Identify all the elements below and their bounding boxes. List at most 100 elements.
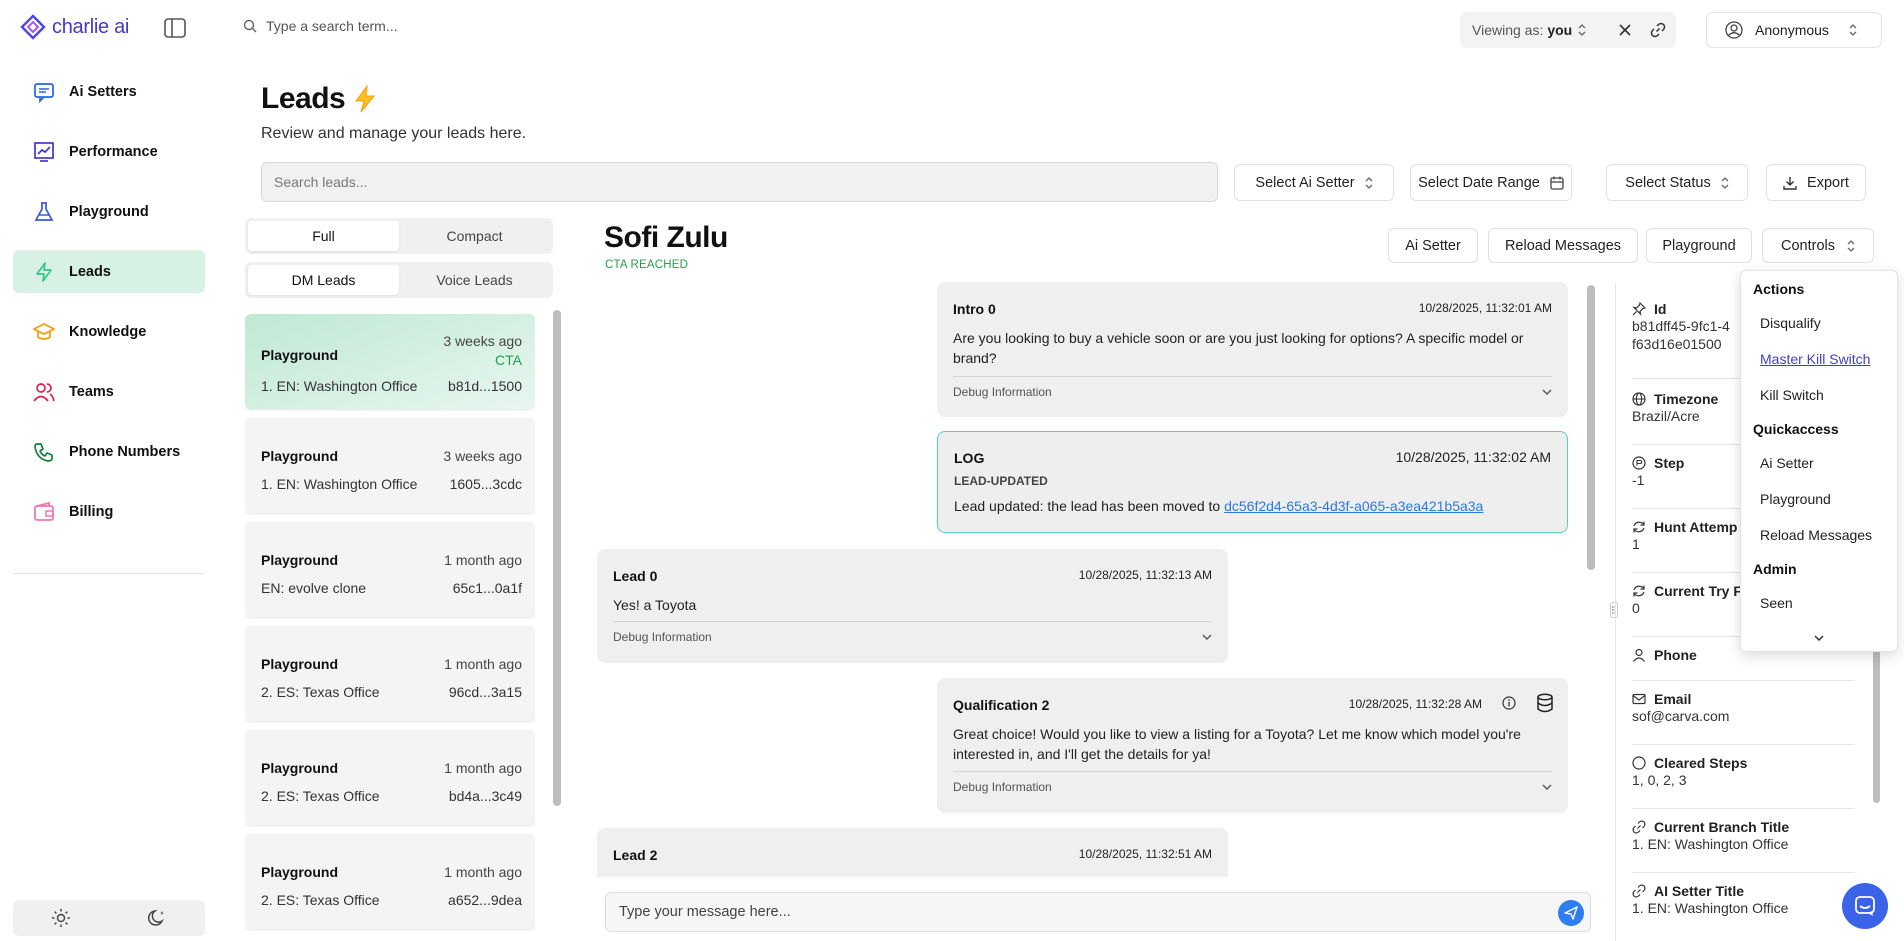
lead-list-scrollbar[interactable] — [553, 310, 561, 806]
lead-card[interactable]: Playground 1 month ago EN: evolve clone … — [245, 522, 535, 617]
lead-id: b81d...1500 — [448, 378, 522, 394]
sidebar-item-leads[interactable]: Leads — [13, 250, 205, 293]
menu-item-kill-switch[interactable]: Kill Switch — [1760, 387, 1824, 403]
link-icon[interactable] — [1650, 22, 1666, 38]
message-author: LOG — [954, 450, 985, 466]
reload-messages-button[interactable]: Reload Messages — [1488, 228, 1638, 263]
chevron-down-icon — [1202, 634, 1212, 640]
debug-info-toggle[interactable]: Debug Information — [613, 621, 1212, 651]
wallet-icon — [33, 501, 55, 523]
debug-info-toggle[interactable]: Debug Information — [953, 376, 1552, 406]
database-icon[interactable] — [1536, 693, 1554, 713]
tab-voice-leads[interactable]: Voice Leads — [399, 265, 550, 295]
menu-item-playground[interactable]: Playground — [1760, 491, 1831, 507]
send-button[interactable] — [1558, 900, 1584, 926]
lead-time: 1 month ago — [444, 656, 522, 672]
global-search[interactable]: Type a search term... — [243, 18, 398, 34]
lead-card[interactable]: Playground 1 month ago 2. ES: Texas Offi… — [245, 834, 535, 929]
message-input[interactable]: Type your message here... — [605, 892, 1591, 932]
message-bubble: Qualification 2 10/28/2025, 11:32:28 AM … — [937, 678, 1568, 813]
playground-button[interactable]: Playground — [1646, 228, 1752, 263]
tab-dm-leads[interactable]: DM Leads — [248, 265, 399, 295]
menu-item-disqualify[interactable]: Disqualify — [1760, 315, 1821, 331]
lead-card[interactable]: Playground 1 month ago 2. ES: Texas Offi… — [245, 626, 535, 721]
tab-compact[interactable]: Compact — [399, 221, 550, 251]
detail-email: Email sof@carva.com — [1632, 685, 1854, 745]
viewing-as-selector[interactable]: Viewing as: you — [1460, 12, 1676, 48]
close-icon[interactable] — [1618, 23, 1632, 37]
chevron-updown-icon — [1365, 176, 1373, 189]
user-menu-button[interactable]: Anonymous — [1706, 12, 1882, 48]
controls-button[interactable]: Controls — [1762, 228, 1874, 263]
lead-office: 2. ES: Texas Office — [261, 684, 380, 700]
log-message: LOG 10/28/2025, 11:32:02 AM LEAD-UPDATED… — [937, 431, 1568, 533]
page-subtitle: Review and manage your leads here. — [261, 125, 527, 142]
detail-label: Current Try F — [1654, 583, 1742, 599]
debug-info-toggle[interactable]: Debug Information — [953, 771, 1552, 801]
app-logo[interactable]: charlie ai — [20, 14, 129, 40]
filter-label: Select Status — [1625, 174, 1711, 191]
link-icon — [1632, 884, 1646, 898]
sidebar-item-label: Leads — [69, 263, 111, 280]
select-ai-setter-button[interactable]: Select Ai Setter — [1234, 164, 1394, 201]
chat-scrollbar[interactable] — [1587, 285, 1595, 570]
chevron-updown-icon — [1721, 176, 1729, 189]
ai-setter-button[interactable]: Ai Setter — [1388, 228, 1478, 263]
filter-label: Select Ai Setter — [1255, 174, 1355, 191]
sidebar-item-teams[interactable]: Teams — [13, 370, 205, 413]
lead-id: 96cd...3a15 — [448, 684, 522, 700]
select-date-range-button[interactable]: Select Date Range — [1410, 164, 1572, 201]
detail-cleared-steps: Cleared Steps 1, 0, 2, 3 — [1632, 749, 1854, 809]
lead-card[interactable]: Playground 3 weeks ago 1. EN: Washington… — [245, 418, 535, 513]
sidebar-item-billing[interactable]: Billing — [13, 490, 205, 533]
lead-office: 2. ES: Texas Office — [261, 788, 380, 804]
menu-item-reload-messages[interactable]: Reload Messages — [1760, 527, 1872, 543]
download-icon — [1783, 176, 1797, 190]
select-status-button[interactable]: Select Status — [1606, 164, 1748, 201]
menu-item-seen[interactable]: Seen — [1760, 595, 1793, 611]
sidebar-item-phone-numbers[interactable]: Phone Numbers — [13, 430, 205, 473]
debug-label: Debug Information — [613, 629, 712, 644]
log-text: Lead updated: the lead has been moved to… — [954, 498, 1483, 514]
sun-icon[interactable] — [51, 908, 71, 928]
detail-current-branch: Current Branch Title 1. EN: Washington O… — [1632, 813, 1854, 873]
lead-card[interactable]: Playground 1 month ago 2. ES: Texas Offi… — [245, 730, 535, 825]
chevron-down-icon[interactable] — [1814, 635, 1824, 641]
sidebar: charlie ai Ai Setters Performance Playgr… — [0, 0, 218, 941]
detail-value: 1. EN: Washington Office — [1632, 836, 1789, 852]
lead-title: Playground — [261, 760, 339, 776]
message-time: 10/28/2025, 11:32:13 AM — [1078, 568, 1212, 582]
lead-time: 1 month ago — [444, 864, 522, 880]
global-search-input[interactable]: Type a search term... — [266, 18, 398, 34]
step-icon — [1632, 456, 1646, 470]
info-icon[interactable] — [1502, 696, 1516, 710]
message-input-placeholder: Type your message here... — [619, 904, 791, 920]
theme-switcher — [13, 900, 205, 936]
message-text: Great choice! Would you like to view a l… — [953, 726, 1521, 762]
sidebar-item-knowledge[interactable]: Knowledge — [13, 310, 205, 353]
sidebar-item-ai-setters[interactable]: Ai Setters — [13, 70, 205, 113]
moon-icon[interactable] — [147, 908, 167, 928]
menu-item-master-kill-switch[interactable]: Master Kill Switch — [1760, 351, 1870, 367]
sidebar-item-performance[interactable]: Performance — [13, 130, 205, 173]
export-button[interactable]: Export — [1766, 164, 1866, 201]
lead-link[interactable]: dc56f2d4-65a3-4d3f-a065-a3ea421b5a3a — [1224, 498, 1483, 514]
support-chat-button[interactable] — [1842, 883, 1888, 929]
debug-label: Debug Information — [953, 779, 1052, 794]
menu-item-ai-setter[interactable]: Ai Setter — [1760, 455, 1814, 471]
sidebar-item-label: Knowledge — [69, 323, 147, 340]
sidebar-toggle-icon[interactable] — [164, 18, 186, 38]
lead-office: 2. ES: Texas Office — [261, 892, 380, 908]
tab-full[interactable]: Full — [248, 221, 399, 251]
message-author: Lead 0 — [613, 568, 658, 584]
lead-id: 65c1...0a1f — [452, 580, 522, 596]
detail-label: Id — [1654, 301, 1667, 317]
lead-card[interactable]: Playground 3 weeks ago CTA 1. EN: Washin… — [245, 314, 535, 409]
lead-title: Playground — [261, 347, 339, 363]
chart-icon — [33, 141, 55, 163]
phone-icon — [33, 441, 55, 463]
graduation-cap-icon — [33, 321, 55, 343]
leads-search-input[interactable]: Search leads... — [261, 162, 1218, 202]
page-title: Leads — [261, 82, 377, 116]
sidebar-item-playground[interactable]: Playground — [13, 190, 205, 233]
